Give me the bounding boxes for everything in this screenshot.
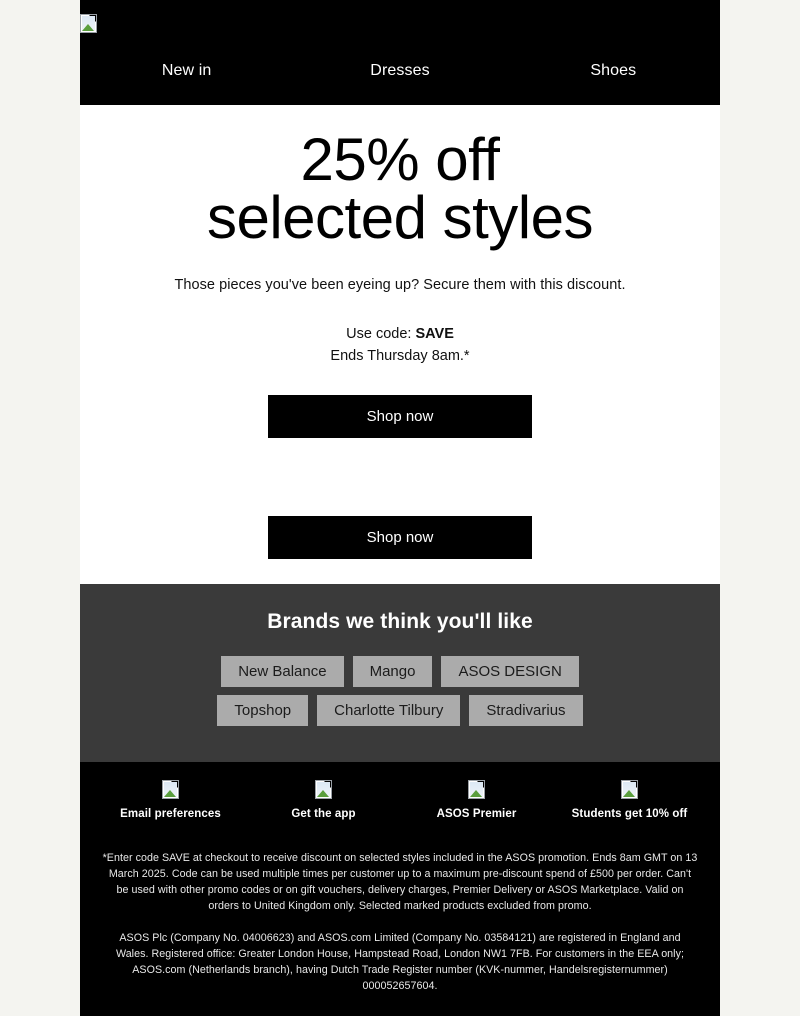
hero-bottom-spacer: [80, 559, 720, 584]
promo-expiry-text: Ends Thursday 8am.*: [330, 348, 470, 364]
use-code-label: Use code:: [346, 326, 412, 342]
email-container: New in Dresses Shoes 25% off selected st…: [80, 0, 720, 1016]
promo-code-block: Use code: SAVE Ends Thursday 8am.*: [80, 293, 720, 367]
primary-navigation: New in Dresses Shoes: [80, 62, 720, 80]
headline-line-1: 25% off: [300, 126, 500, 193]
promo-code-value: SAVE: [415, 326, 454, 342]
footer-link-label: Get the app: [291, 808, 356, 820]
brand-logo[interactable]: [80, 14, 102, 36]
footer-link-students-discount[interactable]: Students get 10% off: [553, 780, 706, 820]
hero-section: 25% off selected styles Those pieces you…: [80, 105, 720, 584]
brands-heading: Brands we think you'll like: [267, 610, 533, 633]
brand-pill-asos-design[interactable]: ASOS DESIGN: [441, 656, 579, 687]
hero-subheading: Those pieces you've been eyeing up? Secu…: [174, 277, 626, 293]
footer-link-label: Email preferences: [120, 808, 221, 820]
brands-section: Brands we think you'll like New Balance …: [80, 584, 720, 762]
footer-link-email-preferences[interactable]: Email preferences: [94, 780, 247, 820]
nav-item-new-in[interactable]: New in: [80, 62, 293, 80]
shop-now-button-secondary[interactable]: Shop now: [268, 516, 532, 559]
promo-terms-text: *Enter code SAVE at checkout to receive …: [102, 852, 698, 912]
headline-line-2: selected styles: [206, 184, 594, 251]
brand-pill-new-balance[interactable]: New Balance: [221, 656, 344, 687]
broken-image-icon: [315, 780, 332, 799]
brand-pill-stradivarius[interactable]: Stradivarius: [469, 695, 583, 726]
broken-image-icon: [621, 780, 638, 799]
brand-pill-charlotte-tilbury[interactable]: Charlotte Tilbury: [317, 695, 461, 726]
email-header: New in Dresses Shoes: [80, 0, 720, 105]
footer-link-row: Email preferences Get the app ASOS Premi…: [80, 780, 720, 820]
broken-image-icon: [468, 780, 485, 799]
brand-pill-mango[interactable]: Mango: [352, 656, 433, 687]
email-footer: Email preferences Get the app ASOS Premi…: [80, 762, 720, 1016]
footer-link-get-the-app[interactable]: Get the app: [247, 780, 400, 820]
broken-image-icon: [162, 780, 179, 799]
hero-image-placeholder: [80, 438, 720, 516]
brand-pill-row-2: Topshop Charlotte Tilbury Stradivarius: [80, 695, 720, 726]
footer-link-asos-premier[interactable]: ASOS Premier: [400, 780, 553, 820]
primary-cta-row: Shop now: [80, 367, 720, 438]
brand-pill-row-1: New Balance Mango ASOS DESIGN: [80, 656, 720, 687]
shop-now-button-primary[interactable]: Shop now: [268, 395, 532, 438]
secondary-cta-row: Shop now: [80, 516, 720, 559]
footer-link-label: Students get 10% off: [571, 808, 688, 820]
company-registration-text: ASOS Plc (Company No. 04006623) and ASOS…: [115, 932, 685, 992]
nav-item-shoes[interactable]: Shoes: [507, 62, 720, 80]
page-title: 25% off selected styles: [80, 105, 720, 248]
brand-pill-topshop[interactable]: Topshop: [217, 695, 309, 726]
footer-link-label: ASOS Premier: [436, 808, 517, 820]
use-code-line: Use code: SAVE: [80, 323, 720, 345]
nav-item-dresses[interactable]: Dresses: [293, 62, 506, 80]
broken-image-icon: [80, 14, 97, 33]
